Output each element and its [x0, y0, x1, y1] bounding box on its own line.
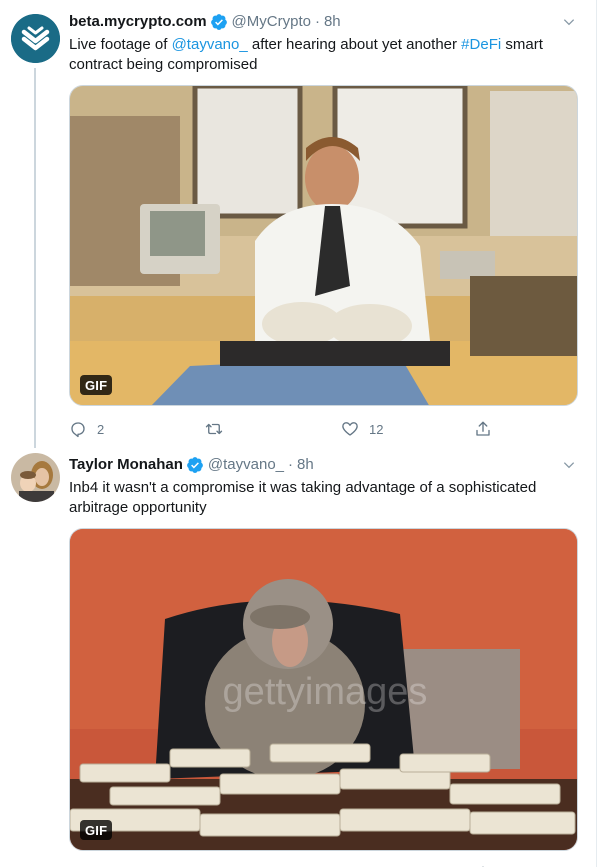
- profile-photo: [11, 453, 60, 502]
- gif-badge: GIF: [80, 820, 113, 840]
- like-icon: [342, 422, 358, 436]
- share-button[interactable]: [474, 419, 492, 439]
- avatar[interactable]: [11, 453, 60, 502]
- tweet-text: Live footage of @tayvano_ after hearing …: [69, 36, 543, 73]
- watermark-text: gettyimages: [223, 671, 428, 713]
- handle: @tayvano_: [207, 456, 285, 473]
- thread-line: [34, 68, 36, 448]
- timestamp[interactable]: 8h: [324, 12, 341, 32]
- chevron-down-icon: [563, 19, 575, 26]
- office-gif-image: [70, 86, 577, 405]
- chevron-down-icon: [563, 462, 575, 469]
- handle: @MyCrypto: [231, 13, 311, 30]
- tweet-mycrypto[interactable]: beta.mycrypto.com @MyCrypto · 8h Live fo…: [0, 0, 596, 448]
- mention-link[interactable]: @tayvano_: [172, 36, 248, 53]
- gif-media[interactable]: GIF: [69, 85, 578, 406]
- tweet-menu-button[interactable]: [559, 12, 579, 32]
- gif-badge: GIF: [80, 375, 113, 395]
- tweet-menu-button[interactable]: [559, 455, 579, 475]
- tweet-header: beta.mycrypto.com @MyCrypto · 8h: [69, 12, 341, 32]
- retweet-button[interactable]: [205, 419, 233, 439]
- reply-count: 2: [97, 421, 105, 437]
- reply-button[interactable]: 2: [69, 419, 104, 439]
- like-count: 12: [369, 421, 384, 437]
- avatar[interactable]: [11, 14, 60, 63]
- hashtag-link[interactable]: #DeFi: [461, 36, 501, 53]
- mycrypto-logo-icon: [11, 14, 60, 63]
- reply-icon: [71, 422, 85, 438]
- share-icon: [476, 421, 490, 436]
- display-name[interactable]: beta.mycrypto.com: [69, 12, 207, 32]
- tweet-text: Inb4 it wasn't a compromise it was takin…: [69, 479, 537, 516]
- baboon-gif-image: gettyimages: [70, 529, 577, 850]
- display-name[interactable]: Taylor Monahan: [69, 455, 183, 475]
- retweet-icon: [205, 423, 223, 435]
- tweet-header: Taylor Monahan @tayvano_ · 8h: [69, 455, 314, 475]
- tweet-taylor-monahan[interactable]: Taylor Monahan @tayvano_ · 8h Inb4 it wa…: [0, 446, 596, 867]
- timeline: beta.mycrypto.com @MyCrypto · 8h Live fo…: [0, 0, 597, 867]
- tweet-actions: 2 12: [69, 419, 492, 439]
- like-button[interactable]: 12: [341, 419, 383, 439]
- gif-media[interactable]: gettyimages GIF: [69, 528, 578, 851]
- verified-badge-icon: [187, 457, 203, 473]
- timestamp[interactable]: 8h: [297, 455, 314, 475]
- verified-badge-icon: [210, 14, 227, 30]
